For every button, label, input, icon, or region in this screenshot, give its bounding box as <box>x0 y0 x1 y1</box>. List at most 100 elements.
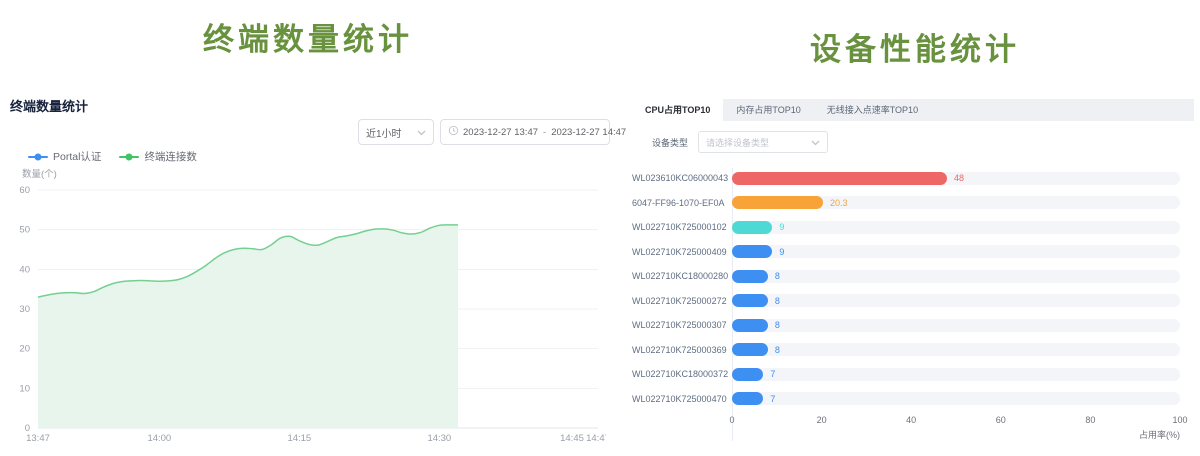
bar-track: 7 <box>732 368 1180 381</box>
bar-row: 6047-FF96-1070-EF0A 20.3 <box>632 191 1180 216</box>
date-range-separator: - <box>542 127 547 138</box>
bar-value-label: 7 <box>770 394 775 404</box>
bar-row: WL022710KC18000280 8 <box>632 264 1180 289</box>
date-range-picker[interactable]: 2023-12-27 13:47 - 2023-12-27 14:47 <box>440 119 610 145</box>
svg-text:14:00: 14:00 <box>147 433 171 444</box>
device-type-label: 设备类型 <box>652 136 688 149</box>
bar-value-label: 9 <box>779 222 784 232</box>
date-range-end: 2023-12-27 14:47 <box>551 127 626 138</box>
bar-category-label: WL022710K725000272 <box>632 296 732 306</box>
time-range-select[interactable]: 近1小时 <box>358 119 434 145</box>
svg-text:14:30: 14:30 <box>427 433 451 444</box>
time-range-value: 近1小时 <box>366 125 402 140</box>
clock-icon <box>448 123 459 141</box>
bar-category-label: WL022710K725000307 <box>632 320 732 330</box>
bar-track: 48 <box>732 172 1180 185</box>
bar-row: WL022710K7250001029 <box>632 215 1180 240</box>
device-type-row: 设备类型 请选择设备类型 <box>652 131 828 153</box>
device-performance-section: 设备性能统计 CPU占用TOP10内存占用TOP10无线接入点速率TOP10 设… <box>632 0 1198 456</box>
bar-track: 9 <box>732 221 1180 234</box>
bar-row: WL022710K725000272 8 <box>632 289 1180 314</box>
legend-marker-icon <box>28 156 48 158</box>
bar-x-axis: 020406080100 <box>632 415 1180 426</box>
tabbar: CPU占用TOP10内存占用TOP10无线接入点速率TOP10 <box>632 99 1194 121</box>
bar-track: 20.3 <box>732 196 1180 209</box>
line-chart-svg: 0102030405060数量(个)13:4714:0014:1514:3014… <box>14 168 606 450</box>
date-range-start: 2023-12-27 13:47 <box>463 127 538 138</box>
line-chart: 0102030405060数量(个)13:4714:0014:1514:3014… <box>14 168 606 450</box>
right-page-title: 设备性能统计 <box>632 24 1198 69</box>
svg-text:14:45: 14:45 <box>560 433 584 444</box>
bar-value-label: 8 <box>775 345 780 355</box>
bar-category-label: WL022710K725000369 <box>632 345 732 355</box>
svg-text:60: 60 <box>19 185 30 196</box>
legend-label: Portal认证 <box>53 149 101 164</box>
bar <box>732 343 768 356</box>
bar-value-label: 8 <box>775 271 780 281</box>
svg-text:50: 50 <box>19 225 30 236</box>
chevron-down-icon <box>417 123 426 141</box>
bar-chart: WL023610KC0600004348 6047-FF96-1070-EF0A 2… <box>632 166 1180 441</box>
bar-value-label: 9 <box>779 247 784 257</box>
bar-x-axis-name: 占用率(%) <box>632 428 1180 441</box>
legend-item[interactable]: 终端连接数 <box>119 149 197 164</box>
svg-text:10: 10 <box>19 383 30 394</box>
panel-title: 终端数量统计 <box>10 96 88 115</box>
bar-axis-tick: 40 <box>906 415 916 425</box>
bar-category-label: WL022710K725000409 <box>632 247 732 257</box>
bar-row: WL022710KC18000372 7 <box>632 362 1180 387</box>
left-page-title: 终端数量统计 <box>0 14 616 59</box>
bar <box>732 172 947 185</box>
bar-axis-tick: 80 <box>1085 415 1095 425</box>
tab-2[interactable]: 无线接入点速率TOP10 <box>814 99 931 121</box>
svg-text:30: 30 <box>19 304 30 315</box>
bar-value-label: 20.3 <box>830 198 848 208</box>
bar <box>732 196 823 209</box>
bar <box>732 245 772 258</box>
bar-row: WL022710K725000307 8 <box>632 313 1180 338</box>
bar-axis-tick: 100 <box>1172 415 1187 425</box>
bar-category-label: WL022710K725000470 <box>632 394 732 404</box>
bar-track: 7 <box>732 392 1180 405</box>
bar <box>732 294 768 307</box>
bar-axis-tick: 0 <box>729 415 734 425</box>
bar-row: WL023610KC0600004348 <box>632 166 1180 191</box>
legend-marker-icon <box>119 156 139 158</box>
bar <box>732 392 763 405</box>
svg-text:14:15: 14:15 <box>287 433 311 444</box>
bar-row: WL022710K725000409 9 <box>632 240 1180 265</box>
terminal-count-section: 终端数量统计 终端数量统计 近1小时 2023-12-27 13:47 - 20… <box>0 0 616 456</box>
bar <box>732 368 763 381</box>
bar-category-label: WL022710KC18000372 <box>632 369 732 379</box>
legend-label: 终端连接数 <box>144 149 197 164</box>
legend-item[interactable]: Portal认证 <box>28 149 101 164</box>
bar-value-label: 8 <box>775 320 780 330</box>
tab-1[interactable]: 内存占用TOP10 <box>723 99 813 121</box>
svg-text:13:47: 13:47 <box>26 433 50 444</box>
bar-track: 9 <box>732 245 1180 258</box>
bar-axis-tick: 20 <box>817 415 827 425</box>
svg-text:14:47: 14:47 <box>586 433 606 444</box>
bar-axis-tick: 60 <box>996 415 1006 425</box>
bar-rows: WL023610KC0600004348 6047-FF96-1070-EF0A 2… <box>632 166 1180 411</box>
bar-value-label: 8 <box>775 296 780 306</box>
bar-category-label: 6047-FF96-1070-EF0A <box>632 198 732 208</box>
bar-category-label: WL023610KC06000043 <box>632 173 732 183</box>
svg-text:20: 20 <box>19 344 30 355</box>
legend: Portal认证 终端连接数 <box>28 149 197 164</box>
bar-row: WL022710K725000369 8 <box>632 338 1180 363</box>
bar <box>732 221 772 234</box>
bar-row: WL022710K725000470 7 <box>632 387 1180 412</box>
device-type-select[interactable]: 请选择设备类型 <box>698 131 828 153</box>
bar <box>732 319 768 332</box>
chevron-down-icon <box>811 133 820 151</box>
tab-0[interactable]: CPU占用TOP10 <box>632 99 723 121</box>
bar-track: 8 <box>732 294 1180 307</box>
bar-value-label: 7 <box>770 369 775 379</box>
chart-controls: 近1小时 2023-12-27 13:47 - 2023-12-27 14:47 <box>358 119 610 145</box>
bar-track: 8 <box>732 319 1180 332</box>
bar-track: 8 <box>732 270 1180 283</box>
bar-category-label: WL022710KC18000280 <box>632 271 732 281</box>
svg-text:数量(个): 数量(个) <box>22 168 57 180</box>
bar <box>732 270 768 283</box>
